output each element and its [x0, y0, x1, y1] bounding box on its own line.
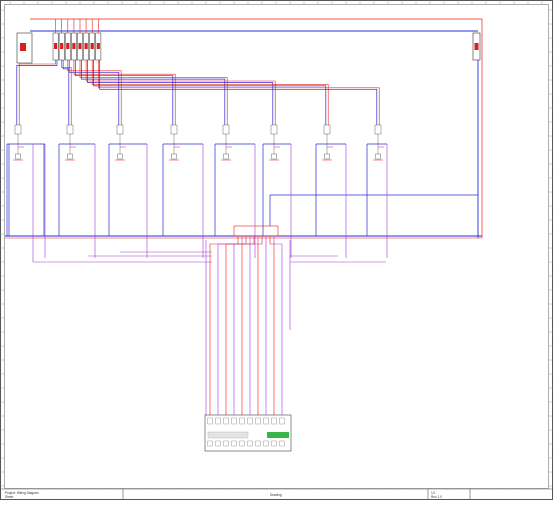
- feeder-phase-wire: [79, 60, 228, 125]
- branch-device: [222, 124, 230, 135]
- wiring-diagram: Project: Wiring Diagram Sheet Drawing 1/…: [0, 0, 553, 500]
- feeder-phase-wire: [18, 60, 56, 125]
- feeder-phase-wire: [73, 60, 176, 125]
- controller-output-terminal: [271, 440, 277, 447]
- junction-box: [233, 225, 279, 237]
- branch-breaker-handle: [78, 43, 82, 49]
- controller-wire: [269, 236, 275, 415]
- branch-contact: [324, 153, 330, 160]
- branch-device: [374, 124, 382, 135]
- title-block: Project: Wiring Diagram Sheet Drawing 1/…: [0, 488, 553, 500]
- controller-output-terminal: [215, 440, 221, 447]
- feeder-phase-wire: [98, 60, 380, 125]
- feeder-neutral-wire: [81, 60, 226, 125]
- branch-device: [170, 124, 178, 135]
- controller-output-terminal: [231, 440, 237, 447]
- feeder-wires: [5, 18, 483, 415]
- controller-terminal: [239, 417, 245, 425]
- branch-contact: [15, 153, 21, 160]
- controller-display: [267, 432, 289, 438]
- feeder-neutral-wire: [87, 60, 274, 125]
- branch-breaker-handle: [54, 43, 58, 49]
- branch-contact: [223, 153, 229, 160]
- branch-breaker-handle: [72, 43, 76, 49]
- controller-device: [204, 414, 292, 452]
- branch-breaker-handle: [84, 43, 88, 49]
- controller-terminal: [247, 417, 253, 425]
- controller-wire: [217, 236, 243, 415]
- main-breaker-handle: [20, 43, 26, 51]
- feeder-neutral-wire: [93, 60, 327, 125]
- branch-breaker-handle: [66, 43, 70, 49]
- feeder-phase-wire: [61, 60, 72, 125]
- controller-wire: [225, 236, 247, 415]
- feeder-neutral-wire: [68, 60, 120, 125]
- controller-output-terminal: [279, 440, 285, 447]
- branch-contact: [117, 153, 123, 160]
- controller-terminal: [223, 417, 229, 425]
- controller-wire: [257, 236, 263, 415]
- controller-wire: [273, 236, 283, 415]
- controller-wire: [249, 236, 259, 415]
- feeder-neutral-wire: [99, 60, 378, 125]
- controller-terminal: [215, 417, 221, 425]
- branch-breakers: [52, 32, 102, 61]
- controller-output-terminal: [255, 440, 261, 447]
- branch-contact: [375, 153, 381, 160]
- branch-contact: [271, 153, 277, 160]
- wiring-diagram-sheet: Project: Wiring Diagram Sheet Drawing 1/…: [0, 0, 553, 500]
- branch-contact: [171, 153, 177, 160]
- feeder-neutral-wire: [16, 60, 58, 125]
- controller-output-terminal: [223, 440, 229, 447]
- controller-terminal: [263, 417, 269, 425]
- controller-terminal: [271, 417, 277, 425]
- branch-device: [116, 124, 124, 135]
- controller-terminal: [207, 417, 213, 425]
- branch-circuits: [6, 124, 388, 262]
- controller-output-terminal: [247, 440, 253, 447]
- branch-contact: [67, 153, 73, 160]
- controller-panel: [207, 431, 249, 439]
- branch-device: [323, 124, 331, 135]
- branch-device: [66, 124, 74, 135]
- title-block-sheet: Sheet: [5, 495, 13, 499]
- controller-wire: [241, 236, 255, 415]
- feeder-phase-wire: [85, 60, 276, 125]
- main-supply: [16, 32, 481, 64]
- branch-breaker-handle: [90, 43, 94, 49]
- feeder-neutral-wire: [74, 60, 174, 125]
- title-block-revision: Rev 1.0: [431, 495, 442, 499]
- controller-output-terminal: [239, 440, 245, 447]
- feeder-phase-wire: [67, 60, 122, 125]
- controller-terminal: [279, 417, 285, 425]
- controller-terminal: [231, 417, 237, 425]
- controller-output-terminal: [207, 440, 213, 447]
- right-breaker-handle: [474, 43, 479, 50]
- feeder-phase-wire: [91, 60, 329, 125]
- branch-device: [14, 124, 22, 135]
- branch-device: [270, 124, 278, 135]
- branch-breaker-handle: [96, 43, 100, 49]
- title-block-drawing: Drawing: [270, 493, 282, 497]
- branch-breaker-handle: [60, 43, 64, 49]
- controller-output-terminal: [263, 440, 269, 447]
- controller-terminal: [255, 417, 261, 425]
